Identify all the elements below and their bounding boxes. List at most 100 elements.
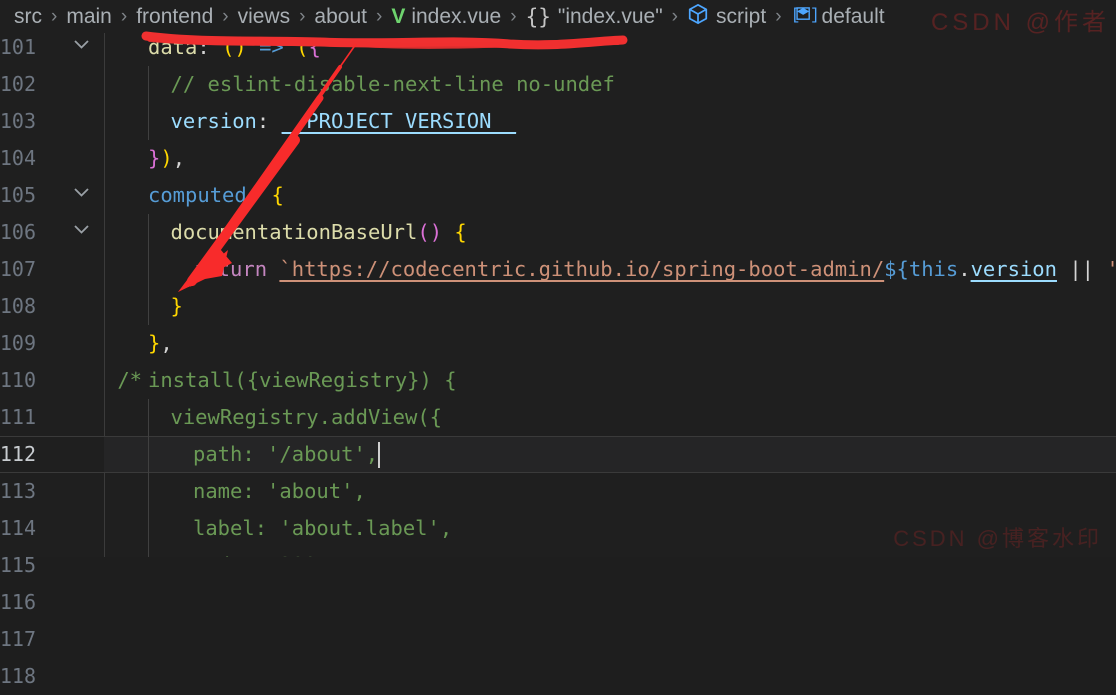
code-line[interactable]: data: () => ({ <box>104 33 1116 66</box>
code-line-text: version: __PROJECT_VERSION__ <box>170 109 517 133</box>
breadcrumb-separator-icon: › <box>299 5 306 27</box>
gutter-row: 102 <box>0 66 104 103</box>
breadcrumb-separator-icon: › <box>775 5 782 27</box>
breadcrumb-item-indexvue[interactable]: {} "index.vue" <box>526 5 663 29</box>
breadcrumb-item-src[interactable]: src <box>14 5 42 29</box>
code-line[interactable]: computed: { <box>104 177 1116 214</box>
line-number: 104 <box>0 146 36 170</box>
gutter-row: 115 <box>0 547 104 584</box>
line-number: 105 <box>0 183 36 207</box>
code-line[interactable]: order: 200, <box>104 547 1116 557</box>
gutter-row: 113 <box>0 473 104 510</box>
code-content[interactable]: data: () => ({ // eslint-disable-next-lin… <box>104 33 1116 557</box>
code-line[interactable]: }, <box>104 325 1116 362</box>
line-number: 114 <box>0 516 36 540</box>
breadcrumb-item-label: frontend <box>136 4 214 28</box>
code-line[interactable]: }), <box>104 140 1116 177</box>
code-line-text: path: '/about', <box>193 442 379 466</box>
gutter-row: 103 <box>0 103 104 140</box>
gutter-row: 110 <box>0 362 104 399</box>
block-comment-open-marker: /* <box>117 368 142 392</box>
code-line[interactable]: path: '/about', <box>104 436 1116 473</box>
line-number: 103 <box>0 109 36 133</box>
gutter-row: 111 <box>0 399 104 436</box>
code-line[interactable]: version: __PROJECT_VERSION__ <box>104 103 1116 140</box>
cube-icon <box>687 3 709 31</box>
indent-guide <box>148 214 149 325</box>
code-line-text: return `https://codecentric.github.io/sp… <box>193 257 1116 281</box>
code-line-text: label: 'about.label', <box>193 516 453 540</box>
curly-braces-icon: {} <box>525 4 551 29</box>
code-line-text: viewRegistry.addView({ <box>170 405 443 429</box>
breadcrumb-item-label: src <box>14 4 42 28</box>
breadcrumb-item-label: views <box>237 4 291 28</box>
line-number: 109 <box>0 331 36 355</box>
gutter-row: 116 <box>0 584 104 621</box>
svg-text:[: [ <box>791 6 800 24</box>
gutter-row: 114 <box>0 510 104 547</box>
vscode-editor-window: src › main › frontend › views › about › Vindex.vue… <box>0 0 1116 688</box>
line-number: 117 <box>0 627 36 651</box>
breadcrumb-item-script[interactable]: script <box>687 3 766 31</box>
breadcrumb-item-indexvue[interactable]: Vindex.vue <box>391 5 501 29</box>
breadcrumb-separator-icon: › <box>222 5 229 27</box>
breadcrumb-separator-icon: › <box>375 5 383 27</box>
breadcrumb-item-label: "index.vue" <box>557 4 663 28</box>
line-number-gutter[interactable]: 101 102 103 104 105 106 107 108 109 110 111 112 113 1… <box>0 33 104 688</box>
breadcrumb-separator-icon: › <box>510 5 517 27</box>
indent-guide <box>148 399 149 557</box>
code-line-text: order: 200, <box>193 547 329 557</box>
fold-chevron-down-icon[interactable] <box>70 29 92 66</box>
code-line[interactable]: // eslint-disable-next-line no-undef <box>104 66 1116 103</box>
gutter-row: 109 <box>0 325 104 362</box>
line-number: 106 <box>0 220 36 244</box>
breadcrumb-item-label: script <box>716 4 767 28</box>
svg-text:]: ] <box>810 6 817 24</box>
line-number: 101 <box>0 35 36 59</box>
code-line[interactable]: install({viewRegistry}) {/* <box>104 362 1116 399</box>
vue-icon: V <box>391 4 405 28</box>
breadcrumb-item-label: about <box>314 4 367 28</box>
line-number: 118 <box>0 664 36 688</box>
code-line-text: // eslint-disable-next-line no-undef <box>170 72 615 96</box>
breadcrumb-item-label: main <box>66 4 112 28</box>
breadcrumb-separator-icon: › <box>120 5 128 27</box>
code-line[interactable]: label: 'about.label', <box>104 510 1116 547</box>
gutter-row: 118 <box>0 658 104 695</box>
line-number: 102 <box>0 72 36 96</box>
gutter-row: 104 <box>0 140 104 177</box>
breadcrumb-item-views[interactable]: views <box>238 5 291 29</box>
code-line-text: data: () => ({ <box>148 35 321 59</box>
code-line-text: documentationBaseUrl() { <box>170 220 467 244</box>
code-line[interactable]: } <box>104 288 1116 325</box>
breadcrumb-item-default[interactable]: []default <box>791 4 885 30</box>
code-editor[interactable]: 101 102 103 104 105 106 107 108 109 110 111 112 113 1… <box>0 33 1116 688</box>
code-line-text: } <box>170 294 183 318</box>
code-line-text: }), <box>148 146 186 170</box>
breadcrumb-item-main[interactable]: main <box>66 5 112 29</box>
breadcrumb-separator-icon: › <box>51 5 58 27</box>
gutter-row: 117 <box>0 621 104 658</box>
line-number: 115 <box>0 553 36 577</box>
code-line[interactable]: viewRegistry.addView({ <box>104 399 1116 436</box>
code-line[interactable]: return `https://codecentric.github.io/sp… <box>104 251 1116 288</box>
gutter-row: 101 <box>0 29 104 66</box>
breadcrumb-item-label: default <box>821 4 885 28</box>
text-cursor <box>378 442 381 468</box>
gutter-row: 105 <box>0 177 104 214</box>
line-number: 111 <box>0 405 36 429</box>
code-line-text: name: 'about', <box>193 479 366 503</box>
line-number: 108 <box>0 294 36 318</box>
breadcrumb[interactable]: src › main › frontend › views › about › Vindex.vue… <box>0 0 1116 33</box>
gutter-row: 106 <box>0 214 104 251</box>
breadcrumb-item-frontend[interactable]: frontend <box>136 5 213 29</box>
line-number: 107 <box>0 257 36 281</box>
breadcrumb-item-about[interactable]: about <box>314 5 367 29</box>
fold-chevron-down-icon[interactable] <box>70 177 92 214</box>
fold-chevron-down-icon[interactable] <box>70 214 92 251</box>
code-line-text: computed: { <box>148 183 284 207</box>
code-line[interactable]: name: 'about', <box>104 473 1116 510</box>
code-line[interactable]: documentationBaseUrl() { <box>104 214 1116 251</box>
gutter-row: 108 <box>0 288 104 325</box>
breadcrumb-separator-icon: › <box>671 5 678 27</box>
